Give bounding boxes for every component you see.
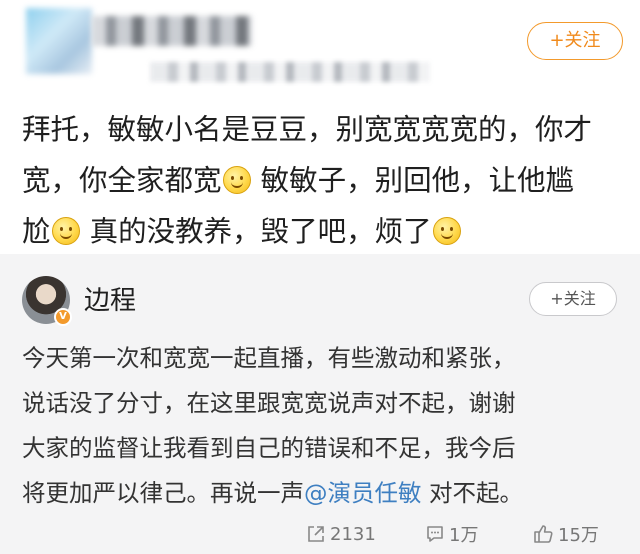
follow-button[interactable]: +关注: [529, 282, 617, 316]
post-line: 尬 真的没教养，毁了吧，烦了: [22, 206, 622, 257]
blurred-username[interactable]: [92, 16, 252, 46]
quoted-post: V 边程 +关注 今天第一次和宽宽一起直播，有些激动和紧张， 说话没了分寸，在这…: [0, 254, 640, 554]
blurred-post-meta: [150, 62, 430, 82]
follow-button[interactable]: +关注: [527, 22, 623, 60]
author-name[interactable]: 边程: [84, 280, 136, 317]
repost-button[interactable]: 2131: [306, 516, 376, 552]
quoted-line: 大家的监督让我看到自己的错误和不足，我今后: [22, 434, 516, 462]
quoted-line: 说话没了分寸，在这里跟宽宽说声对不起，谢谢: [22, 389, 516, 417]
like-button[interactable]: 15万: [532, 516, 599, 552]
comment-count: 1万: [449, 525, 479, 546]
smile-emoji-icon: [432, 217, 461, 245]
like-count: 15万: [558, 525, 599, 546]
mention-link[interactable]: @演员任敏: [304, 479, 422, 507]
repost-count: 2131: [330, 523, 376, 545]
post-text-segment: 敏敏子，别回他，让他尴: [260, 164, 575, 197]
smile-emoji-icon: [222, 166, 251, 194]
comment-icon: [427, 526, 443, 542]
repost-icon: [308, 526, 324, 542]
comment-button[interactable]: 1万: [425, 516, 478, 552]
quoted-text-segment: 对不起。: [421, 479, 523, 507]
verified-badge-icon: V: [54, 308, 72, 326]
blurred-avatar[interactable]: [26, 8, 92, 74]
smile-emoji-icon: [51, 217, 80, 245]
quoted-post-text: 今天第一次和宽宽一起直播，有些激动和紧张， 说话没了分寸，在这里跟宽宽说声对不起…: [22, 336, 622, 516]
post-header: +关注: [0, 0, 640, 96]
quoted-line: 将更加严以律己。再说一声@演员任敏 对不起。: [22, 471, 622, 516]
post-text-segment: 尬: [22, 215, 51, 248]
post-line: 宽，你全家都宽 敏敏子，别回他，让他尴: [22, 155, 622, 206]
action-bar: 2131 1万 15万: [0, 516, 640, 554]
post-text: 拜托，敏敏小名是豆豆，别宽宽宽宽的，你才 宽，你全家都宽 敏敏子，别回他，让他尴…: [22, 104, 622, 257]
quoted-text-segment: 将更加严以律己。再说一声: [22, 479, 304, 507]
post-text-segment: 拜托，敏敏小名是豆豆，别宽宽宽宽的，你才: [22, 113, 593, 146]
post-text-segment: 真的没教养，毁了吧，烦了: [89, 215, 432, 248]
quoted-line: 今天第一次和宽宽一起直播，有些激动和紧张，: [22, 344, 516, 372]
post-line: 拜托，敏敏小名是豆豆，别宽宽宽宽的，你才: [22, 104, 622, 155]
post-text-segment: 宽，你全家都宽: [22, 164, 222, 197]
thumbs-up-icon: [534, 525, 553, 543]
